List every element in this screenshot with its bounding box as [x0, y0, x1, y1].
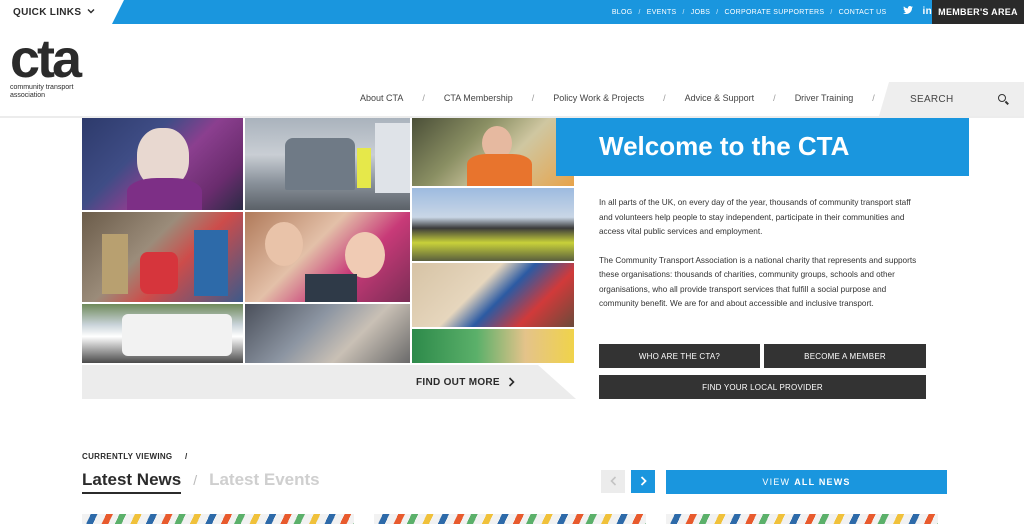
next-news-button[interactable]: [631, 470, 655, 493]
social-links: in: [902, 6, 933, 18]
top-link-corporate-supporters[interactable]: CORPORATE SUPPORTERS: [725, 9, 825, 16]
members-area-button[interactable]: MEMBER'S AREA: [932, 0, 1024, 24]
top-link-jobs[interactable]: JOBS: [691, 9, 710, 16]
intro-text: In all parts of the UK, on every day of …: [599, 196, 919, 326]
tab-separator: /: [193, 472, 198, 488]
photo-children-beach: [412, 263, 576, 329]
top-link-contact-us[interactable]: CONTACT US: [839, 9, 887, 16]
intro-paragraph-2: The Community Transport Association is a…: [599, 255, 917, 309]
top-bar: QUICK LINKS BLOG / EVENTS / JOBS / CORPO…: [0, 0, 1024, 24]
twitter-icon[interactable]: [902, 6, 913, 18]
top-links: BLOG / EVENTS / JOBS / CORPORATE SUPPORT…: [611, 6, 933, 18]
view-all-news-strong: ALL NEWS: [794, 477, 851, 487]
photo-women-laptop: [245, 212, 412, 304]
nav-item-driver-training[interactable]: Driver Training: [795, 93, 854, 103]
top-link-events[interactable]: EVENTS: [647, 9, 677, 16]
nav-item-policy-work[interactable]: Policy Work & Projects: [553, 93, 644, 103]
currently-viewing-slash: /: [184, 452, 188, 461]
nav-item-advice-support[interactable]: Advice & Support: [685, 93, 755, 103]
search-box[interactable]: SEARCH: [879, 82, 1024, 116]
intro-paragraph-1: In all parts of the UK, on every day of …: [599, 198, 911, 236]
news-tabs: Latest News / Latest Events: [82, 470, 320, 494]
linkedin-icon[interactable]: in: [923, 6, 933, 18]
top-link-blog[interactable]: BLOG: [612, 9, 633, 16]
view-all-news-button[interactable]: VIEW ALL NEWS: [666, 470, 947, 494]
photo-group-scooter: [82, 212, 245, 304]
quick-links-label: QUICK LINKS: [13, 7, 82, 18]
currently-viewing-label: CURRENTLY VIEWING /: [82, 452, 188, 461]
tab-latest-news[interactable]: Latest News: [82, 470, 182, 494]
who-are-the-cta-button[interactable]: WHO ARE THE CTA?: [599, 344, 760, 368]
photo-laughing-woman: [82, 118, 245, 212]
news-card-thumbnail[interactable]: [666, 514, 938, 524]
news-card-thumbnail[interactable]: [374, 514, 646, 524]
nav-item-cta-membership[interactable]: CTA Membership: [444, 93, 513, 103]
currently-viewing-text: CURRENTLY VIEWING: [82, 452, 173, 461]
cta-logo[interactable]: cta community transport association: [10, 29, 82, 100]
main-nav: About CTA / CTA Membership / Policy Work…: [360, 93, 875, 103]
hero-photo-collage: [82, 118, 576, 365]
photo-volunteers-hi-vis: [412, 188, 576, 263]
photo-audience-meeting: [245, 304, 412, 365]
chevron-left-icon: [609, 475, 617, 489]
photo-minibus-group: [82, 304, 245, 365]
find-out-more-label: FIND OUT MORE: [416, 377, 500, 388]
chevron-right-icon: [508, 377, 515, 390]
become-a-member-button[interactable]: BECOME A MEMBER: [764, 344, 926, 368]
find-out-more-link[interactable]: FIND OUT MORE: [416, 377, 515, 390]
logo-line-1: community transport: [10, 84, 74, 91]
chevron-right-icon: [640, 475, 647, 489]
tab-latest-events[interactable]: Latest Events: [209, 470, 320, 490]
photo-bus-driver: [412, 118, 576, 188]
logo-line-2: association: [10, 92, 46, 99]
view-all-news-prefix: VIEW: [762, 477, 791, 487]
welcome-title: Welcome to the CTA: [556, 118, 969, 176]
prev-news-button[interactable]: [601, 470, 625, 493]
photo-minibuses-volunteer: [245, 118, 412, 212]
logo-mark: cta: [10, 29, 82, 89]
find-local-provider-button[interactable]: FIND YOUR LOCAL PROVIDER: [599, 375, 926, 399]
photo-green-bus-smiling: [412, 329, 576, 365]
quick-links-dropdown[interactable]: QUICK LINKS: [0, 0, 124, 24]
search-label: SEARCH: [910, 93, 954, 105]
news-card-thumbnail[interactable]: [82, 514, 354, 524]
chevron-down-icon: [87, 7, 95, 24]
nav-item-about-cta[interactable]: About CTA: [360, 93, 403, 103]
search-icon[interactable]: [998, 94, 1006, 102]
